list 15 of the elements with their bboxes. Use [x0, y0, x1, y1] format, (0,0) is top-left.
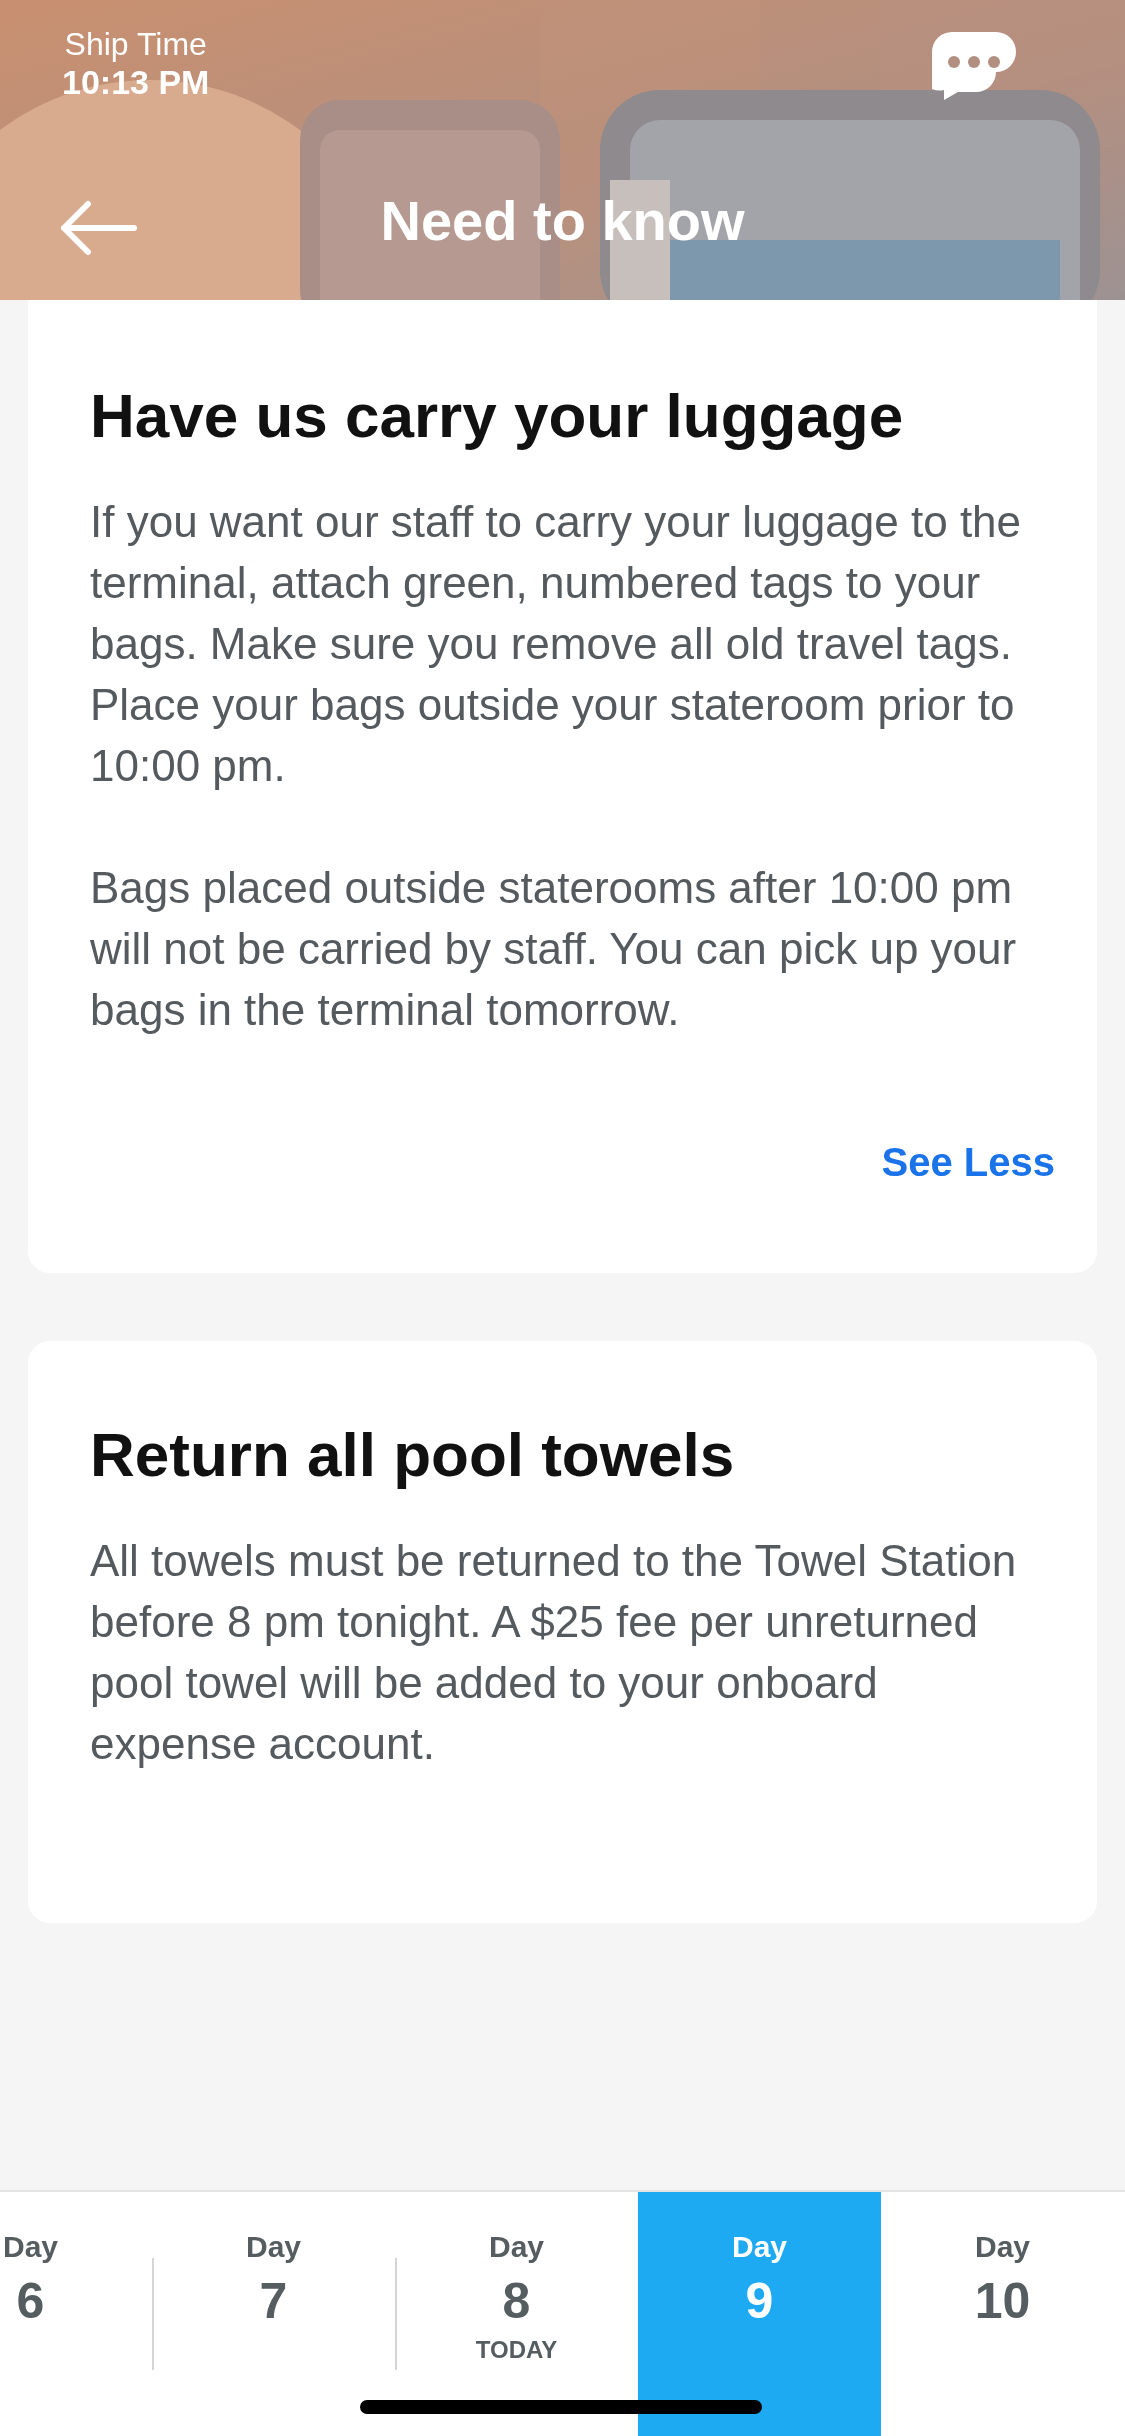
- card-title: Have us carry your luggage: [90, 380, 905, 451]
- card-paragraph: Bags placed outside staterooms after 10:00 pm will not be carried by staff. You can pick up your bags in the terminal tomorrow.: [90, 862, 1018, 1036]
- ship-time-label: Ship Time: [64, 26, 207, 63]
- day-tab[interactable]: Day 7: [152, 2192, 395, 2436]
- day-tab[interactable]: Day 6: [0, 2192, 152, 2436]
- card-paragraph: All towels must be returned to the Towel Station before 8 pm tonight. A $25 fee per unreturned pool towel will be added to your onboard expense account.: [90, 1535, 1018, 1770]
- card-title: Return all pool towels: [90, 1419, 736, 1490]
- card-paragraph: If you want our staff to carry your luggage to the terminal, attach green, numbered tags to your bags. Make sure you remove all old travel tags. Place your bags outside your stateroom prior to 10:00 pm.: [90, 496, 1023, 792]
- chat-icon[interactable]: [932, 32, 1016, 100]
- back-arrow-icon[interactable]: [58, 198, 138, 258]
- day-tab[interactable]: Day 8 TODAY: [395, 2192, 638, 2436]
- ship-time: 10:13 PM: [62, 63, 210, 102]
- day-tab[interactable]: Day 10: [881, 2192, 1124, 2436]
- page-title: Need to know: [380, 188, 745, 253]
- see-less-link[interactable]: See Less: [881, 1140, 1055, 1185]
